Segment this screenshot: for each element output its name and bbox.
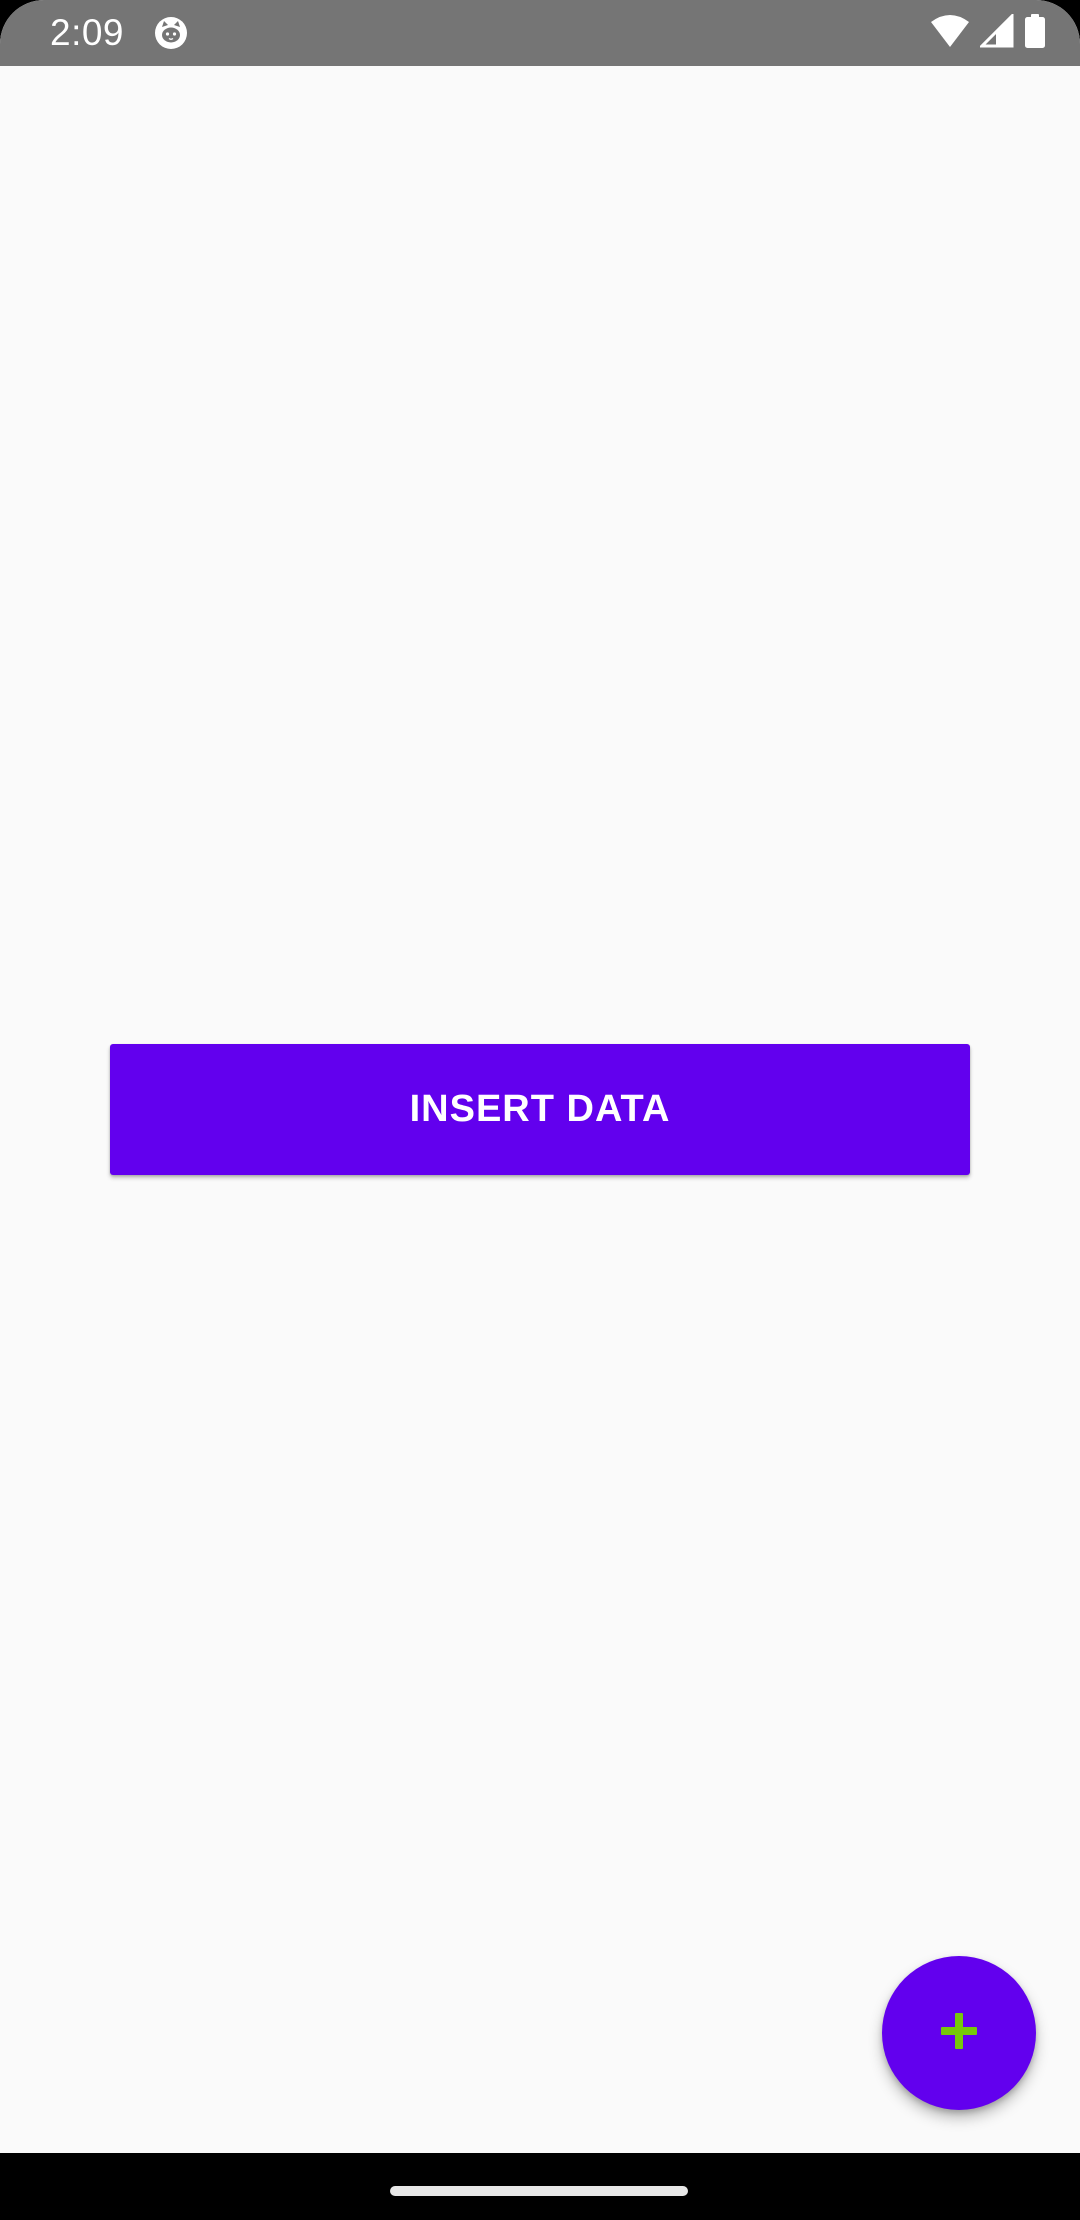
wifi-icon — [930, 14, 970, 53]
navigation-bar — [0, 2153, 1080, 2220]
status-time: 2:09 — [50, 12, 125, 53]
plus-icon — [939, 2011, 979, 2056]
status-icons — [930, 11, 1046, 53]
insert-data-button[interactable]: INSERT DATA — [110, 1044, 970, 1175]
app-screen: 2:09 INSERT DATA — [0, 0, 1080, 2220]
cat-face-icon — [153, 15, 189, 51]
status-bar: 2:09 — [0, 0, 1080, 66]
home-gesture-handle[interactable] — [390, 2186, 688, 2196]
cell-signal-icon — [978, 11, 1014, 53]
battery-icon — [1024, 13, 1046, 53]
add-fab-button[interactable] — [882, 1956, 1036, 2110]
main-content: INSERT DATA — [0, 66, 1080, 2153]
